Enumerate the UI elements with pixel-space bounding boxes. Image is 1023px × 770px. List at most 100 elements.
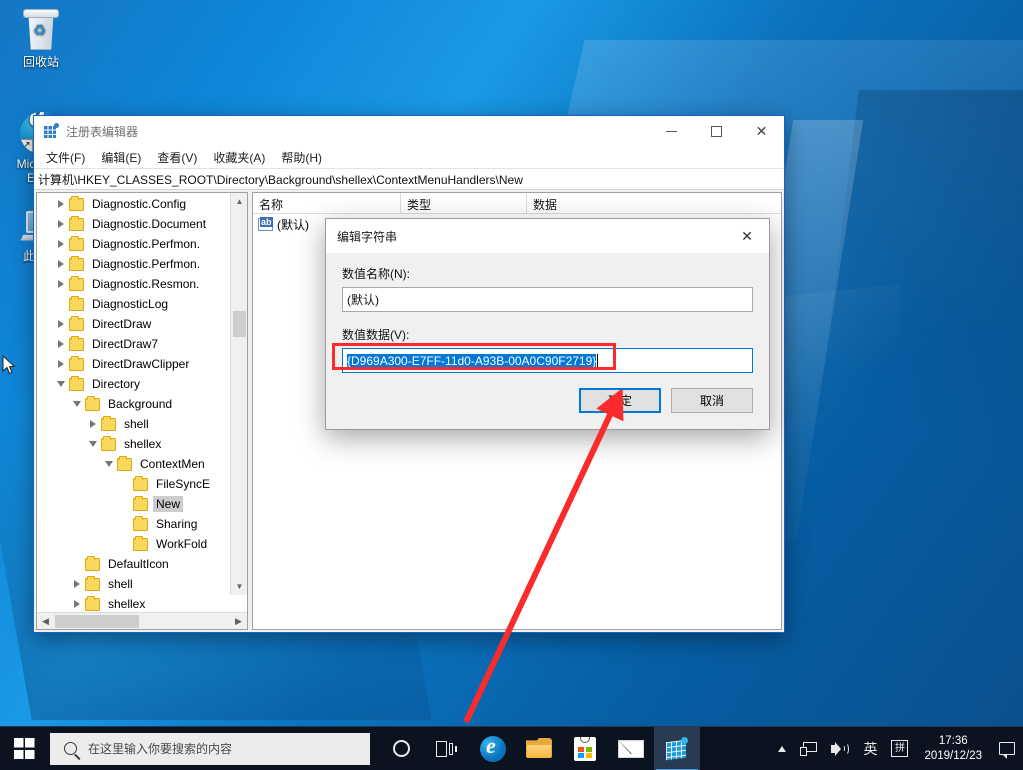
- chevron-down-icon[interactable]: [53, 374, 69, 394]
- tree-vscroll-thumb[interactable]: [233, 311, 246, 337]
- chevron-right-icon[interactable]: [53, 274, 69, 294]
- tree-item[interactable]: New: [37, 494, 247, 514]
- tree-item-label: shellex: [121, 436, 164, 452]
- tree-item[interactable]: DiagnosticLog: [37, 294, 247, 314]
- maximize-button[interactable]: [694, 116, 739, 146]
- value-name-input[interactable]: (默认): [342, 287, 753, 312]
- mail-button[interactable]: [608, 727, 654, 770]
- show-hidden-icons-button[interactable]: [771, 727, 793, 770]
- tree-hscroll-thumb[interactable]: [55, 615, 139, 628]
- task-view-button[interactable]: [424, 727, 470, 770]
- tree-item[interactable]: shellex: [37, 434, 247, 454]
- chevron-right-icon[interactable]: [53, 234, 69, 254]
- dialog-close-button[interactable]: ✕: [725, 219, 769, 253]
- chevron-right-icon[interactable]: [85, 414, 101, 434]
- chevron-right-icon[interactable]: [69, 594, 85, 612]
- tree-item[interactable]: Diagnostic.Perfmon.: [37, 254, 247, 274]
- column-header-data[interactable]: 数据: [527, 193, 781, 213]
- ime-language-button[interactable]: 英: [856, 727, 884, 770]
- menu-edit[interactable]: 编辑(E): [93, 147, 149, 168]
- column-header-type[interactable]: 类型: [401, 193, 527, 213]
- chevron-right-icon[interactable]: [53, 314, 69, 334]
- tree-item[interactable]: Directory: [37, 374, 247, 394]
- search-input[interactable]: 在这里输入你要搜索的内容: [50, 733, 370, 765]
- volume-button[interactable]: [824, 727, 856, 770]
- folder-icon: [133, 538, 148, 551]
- dialog-title: 编辑字符串: [337, 228, 725, 245]
- scroll-up-icon[interactable]: ▲: [231, 193, 247, 210]
- tree-item[interactable]: DirectDraw7: [37, 334, 247, 354]
- tree-indent: [85, 534, 101, 554]
- tree-item[interactable]: DirectDrawClipper: [37, 354, 247, 374]
- tree-indent: [101, 474, 117, 494]
- chevron-right-icon[interactable]: [53, 214, 69, 234]
- chevron-right-icon[interactable]: [53, 194, 69, 214]
- desktop-icon-recycle-bin[interactable]: ♻ 回收站: [4, 8, 78, 69]
- tree-horizontal-scrollbar[interactable]: ◀ ▶: [37, 612, 247, 629]
- column-header-name[interactable]: 名称: [253, 193, 401, 213]
- chevron-right-icon[interactable]: [53, 334, 69, 354]
- menu-favorites[interactable]: 收藏夹(A): [205, 147, 273, 168]
- cortana-button[interactable]: [378, 727, 424, 770]
- chevron-right-icon[interactable]: [69, 574, 85, 594]
- tree-item[interactable]: DefaultIcon: [37, 554, 247, 574]
- string-value-icon: ab: [258, 218, 273, 231]
- tree-item-label: shell: [105, 576, 136, 592]
- tree-indent: [69, 434, 85, 454]
- close-button[interactable]: ✕: [739, 116, 784, 146]
- tree-item[interactable]: ContextMen: [37, 454, 247, 474]
- tree-leaf-spacer: [117, 534, 133, 554]
- menu-help[interactable]: 帮助(H): [273, 147, 330, 168]
- tree-vertical-scrollbar[interactable]: ▲ ▼: [230, 193, 247, 595]
- chevron-right-icon[interactable]: [53, 354, 69, 374]
- cancel-button[interactable]: 取消: [671, 388, 753, 413]
- tree-item[interactable]: Diagnostic.Perfmon.: [37, 234, 247, 254]
- tree-item[interactable]: FileSyncE: [37, 474, 247, 494]
- scroll-left-icon[interactable]: ◀: [37, 613, 54, 630]
- microsoft-store-button[interactable]: [562, 727, 608, 770]
- volume-icon: [831, 742, 849, 756]
- dialog-titlebar[interactable]: 编辑字符串 ✕: [326, 219, 769, 253]
- menu-view[interactable]: 查看(V): [149, 147, 205, 168]
- tree-item[interactable]: Sharing: [37, 514, 247, 534]
- tree-item[interactable]: shell: [37, 414, 247, 434]
- clock[interactable]: 17:36 2019/12/23: [915, 727, 991, 770]
- tree-item[interactable]: Background: [37, 394, 247, 414]
- tree-indent: [53, 554, 69, 574]
- address-bar[interactable]: 计算机\HKEY_CLASSES_ROOT\Directory\Backgrou…: [34, 168, 784, 190]
- tree-item-label: Sharing: [153, 516, 200, 532]
- scroll-down-icon[interactable]: ▼: [231, 578, 247, 595]
- folder-icon: [69, 218, 84, 231]
- window-titlebar[interactable]: 注册表编辑器 ✕: [34, 116, 784, 146]
- tree-item[interactable]: Diagnostic.Config: [37, 194, 247, 214]
- folder-icon: [69, 378, 84, 391]
- tree-item[interactable]: shellex: [37, 594, 247, 612]
- network-button[interactable]: [793, 727, 824, 770]
- action-center-button[interactable]: [991, 727, 1023, 770]
- chevron-down-icon[interactable]: [69, 394, 85, 414]
- maximize-icon: [711, 126, 722, 137]
- chevron-down-icon[interactable]: [101, 454, 117, 474]
- tree-item[interactable]: Diagnostic.Resmon.: [37, 274, 247, 294]
- registry-editor-button[interactable]: [654, 727, 700, 770]
- tree-indent: [37, 194, 53, 214]
- scroll-right-icon[interactable]: ▶: [230, 613, 247, 630]
- tree-item[interactable]: DirectDraw: [37, 314, 247, 334]
- ok-button[interactable]: 确定: [579, 388, 661, 413]
- tree-item[interactable]: shell: [37, 574, 247, 594]
- tree-indent: [37, 474, 53, 494]
- chevron-down-icon[interactable]: [85, 434, 101, 454]
- file-explorer-button[interactable]: [516, 727, 562, 770]
- menu-file[interactable]: 文件(F): [38, 147, 93, 168]
- start-button[interactable]: [0, 727, 48, 770]
- tree-item[interactable]: WorkFold: [37, 534, 247, 554]
- value-data-input[interactable]: {D969A300-E7FF-11d0-A93B-00A0C90F2719}: [342, 348, 753, 373]
- tree-item[interactable]: Diagnostic.Document: [37, 214, 247, 234]
- tree-indent: [37, 274, 53, 294]
- minimize-icon: [666, 131, 677, 132]
- edge-button[interactable]: [470, 727, 516, 770]
- chevron-right-icon[interactable]: [53, 254, 69, 274]
- minimize-button[interactable]: [649, 116, 694, 146]
- window-controls: ✕: [649, 116, 784, 146]
- pinyin-mode-button[interactable]: 拼: [884, 727, 915, 770]
